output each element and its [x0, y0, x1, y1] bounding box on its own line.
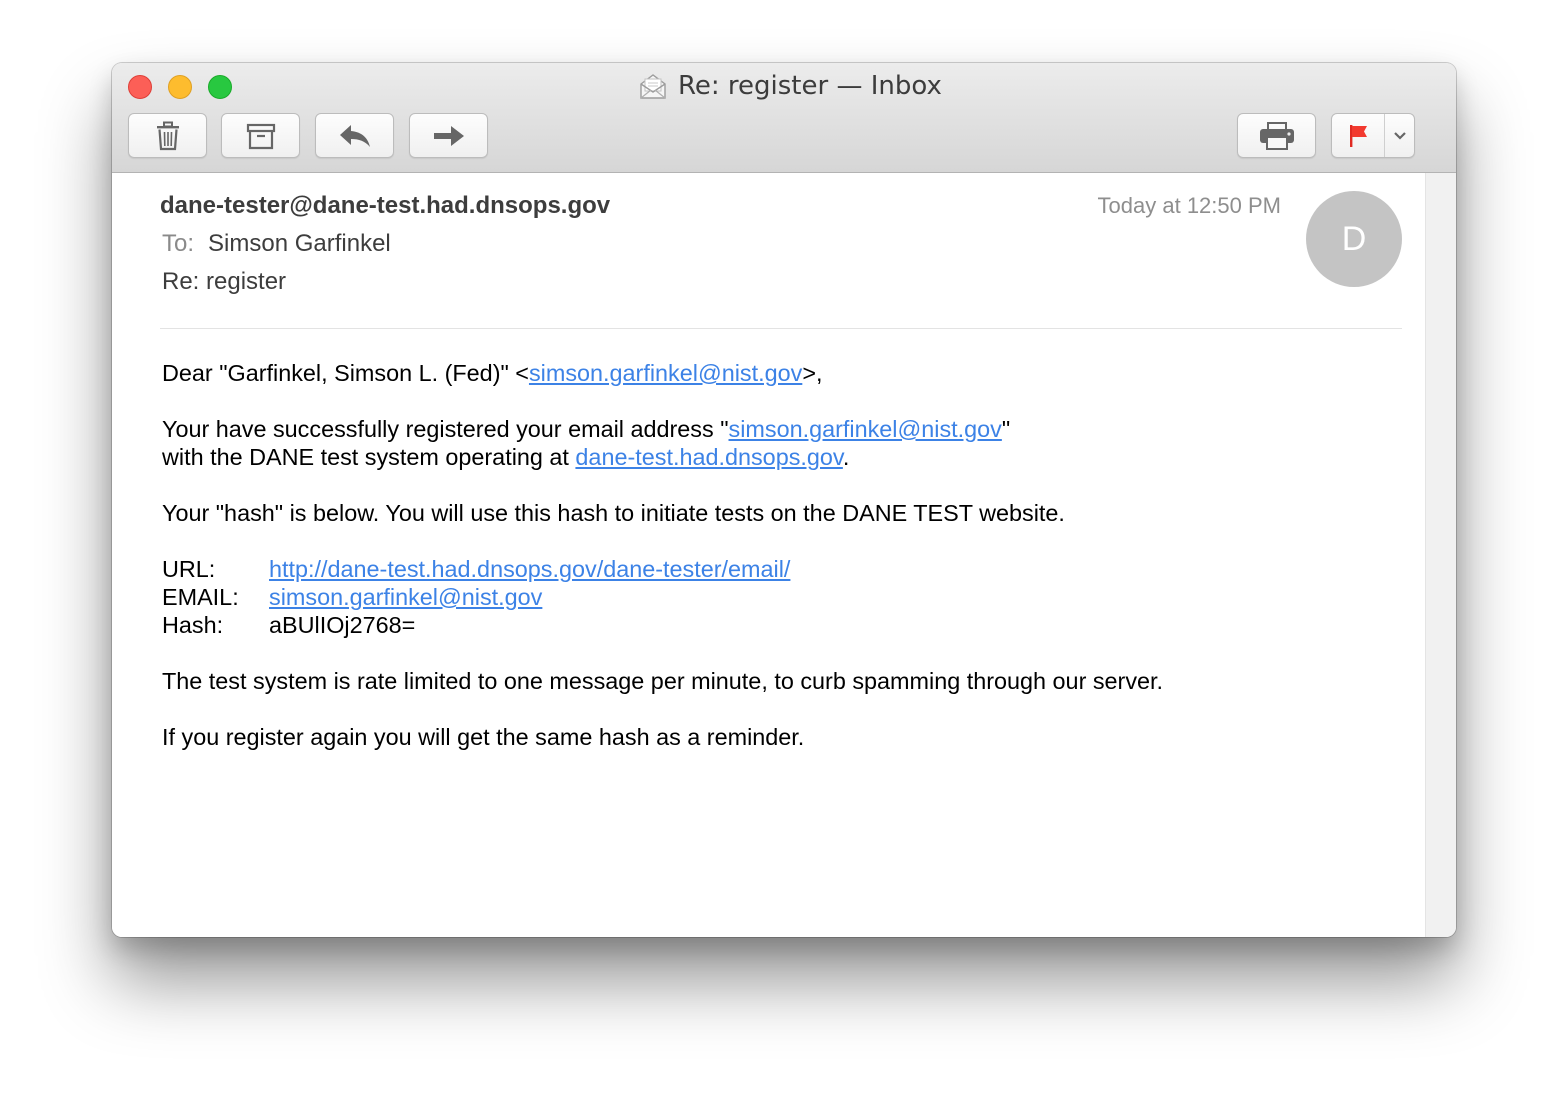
title-bar: Re: register — Inbox: [112, 63, 1456, 173]
window-title-text: Re: register — Inbox: [678, 71, 942, 101]
envelope-icon: [640, 74, 666, 99]
close-window-button[interactable]: [128, 75, 152, 99]
flag-button-group: [1331, 113, 1415, 158]
system-domain-link[interactable]: dane-test.had.dnsops.gov: [575, 444, 842, 470]
registration-paragraph: Your have successfully registered your e…: [162, 415, 1312, 471]
flag-icon: [1350, 124, 1367, 147]
to-label: To:: [162, 230, 195, 257]
test-url-link[interactable]: http://dane-test.had.dnsops.gov/dane-tes…: [269, 555, 790, 583]
reminder-paragraph: If you register again you will get the s…: [162, 724, 805, 750]
registration-suffix: ": [1001, 416, 1011, 442]
forward-button[interactable]: [409, 113, 488, 158]
maximize-window-button[interactable]: [208, 75, 232, 99]
forward-icon: [433, 125, 464, 146]
scrollbar-track[interactable]: [1425, 173, 1456, 937]
url-label: URL:: [162, 556, 216, 582]
flag-button[interactable]: [1332, 114, 1385, 157]
greeting-paragraph: Dear "Garfinkel, Simson L. (Fed)" <simso…: [162, 359, 1312, 387]
reply-icon: [339, 124, 370, 147]
registration-prefix: Your have successfully registered your e…: [162, 416, 729, 442]
header-divider: [160, 328, 1402, 329]
message-date: Today at 12:50 PM: [1097, 193, 1281, 218]
mail-window: Re: register — Inbox dane-tester@dane-te…: [112, 63, 1456, 937]
message-subject: Re: register: [162, 268, 287, 295]
hash-row: Hash: aBUlIOj2768=: [162, 611, 1312, 639]
registration-details: URL: http://dane-test.had.dnsops.gov/dane…: [162, 555, 1312, 639]
reply-button[interactable]: [315, 113, 394, 158]
print-icon: [1259, 121, 1294, 150]
archive-icon: [246, 123, 275, 149]
system-suffix: .: [842, 444, 850, 470]
minimize-window-button[interactable]: [168, 75, 192, 99]
archive-button[interactable]: [221, 113, 300, 158]
print-button[interactable]: [1237, 113, 1316, 158]
registered-email-link[interactable]: simson.garfinkel@nist.gov: [729, 416, 1002, 442]
sender-address[interactable]: dane-tester@dane-test.had.dnsops.gov: [160, 192, 610, 220]
window-title: Re: register — Inbox: [638, 71, 942, 101]
recipient-name[interactable]: Simson Garfinkel: [208, 230, 391, 257]
trash-icon: [156, 121, 179, 150]
hash-intro-paragraph: Your "hash" is below. You will use this …: [162, 500, 1065, 526]
email-label: EMAIL:: [162, 584, 239, 610]
flag-menu-button[interactable]: [1385, 114, 1414, 157]
greeting-email-link[interactable]: simson.garfinkel@nist.gov: [529, 360, 802, 386]
email-row: EMAIL: simson.garfinkel@nist.gov: [162, 583, 1312, 611]
hash-value: aBUlIOj2768=: [269, 612, 416, 638]
delete-button[interactable]: [128, 113, 207, 158]
system-prefix: with the DANE test system operating at: [162, 444, 576, 470]
greeting-suffix: >,: [802, 360, 823, 386]
greeting-prefix: Dear "Garfinkel, Simson L. (Fed)" <: [162, 360, 529, 386]
hash-label: Hash:: [162, 612, 224, 638]
recipient-row: To: Simson Garfinkel: [162, 230, 391, 258]
avatar: D: [1306, 191, 1402, 287]
chevron-down-icon: [1393, 131, 1406, 140]
rate-limit-paragraph: The test system is rate limited to one m…: [162, 668, 1164, 694]
email-value-link[interactable]: simson.garfinkel@nist.gov: [269, 583, 542, 611]
message-body: Dear "Garfinkel, Simson L. (Fed)" <simso…: [162, 359, 1312, 779]
url-row: URL: http://dane-test.had.dnsops.gov/dane…: [162, 555, 1312, 583]
